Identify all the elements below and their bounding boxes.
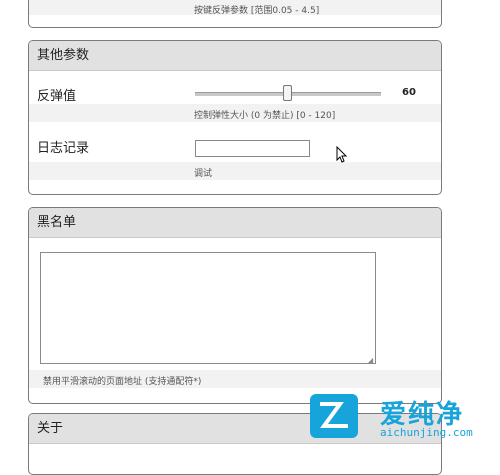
bounce-hint: 控制弹性大小 (0 为禁止) [0 - 120] — [194, 111, 336, 121]
watermark: 爱纯净 aichunjing.com — [310, 390, 500, 445]
blacklist-hint: 禁用平滑滚动的页面地址 (支持通配符*) — [43, 377, 202, 387]
blacklist-panel: 黑名单 ◢ 禁用平滑滚动的页面地址 (支持通配符*) — [28, 207, 442, 404]
blacklist-textarea[interactable] — [40, 252, 376, 364]
other-params-panel: 其他参数 反弹值 60 控制弹性大小 (0 为禁止) [0 - 120] 日志记… — [28, 40, 442, 195]
other-params-title: 其他参数 — [29, 41, 441, 71]
bounce-label: 反弹值 — [37, 89, 77, 104]
blacklist-title: 黑名单 — [29, 208, 441, 238]
watermark-logo-icon — [310, 394, 358, 438]
log-input[interactable] — [195, 140, 310, 157]
scroll-params-panel: 按键反弹参数 [范围0.05 - 4.5] — [28, 0, 442, 28]
bounce-value: 60 — [402, 87, 416, 98]
log-hint: 调试 — [194, 169, 213, 179]
log-hint-band — [29, 162, 441, 180]
log-label: 日志记录 — [37, 141, 90, 156]
bounce-param-hint: 按键反弹参数 [范围0.05 - 4.5] — [194, 6, 320, 16]
mouse-cursor-icon — [336, 146, 348, 163]
resize-grip-icon[interactable]: ◢ — [367, 356, 373, 365]
watermark-url: aichunjing.com — [380, 426, 473, 439]
bounce-slider-thumb[interactable] — [283, 85, 292, 101]
